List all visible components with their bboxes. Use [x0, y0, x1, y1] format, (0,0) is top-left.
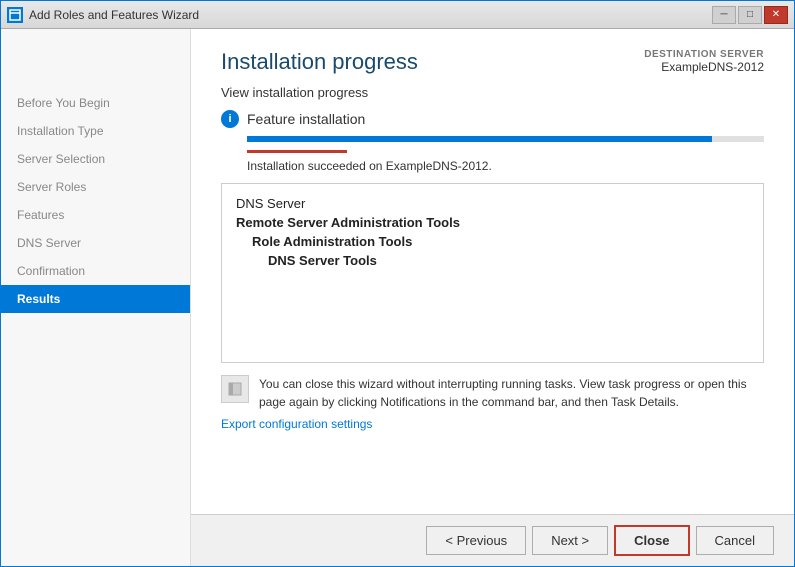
- progress-bar-fill: [247, 136, 712, 142]
- next-button[interactable]: Next >: [532, 526, 608, 555]
- main-body: View installation progress i Feature ins…: [191, 85, 794, 514]
- sidebar-item-results[interactable]: Results: [1, 285, 190, 313]
- close-window-button[interactable]: ✕: [764, 6, 788, 24]
- sidebar-item-server-selection[interactable]: Server Selection: [1, 145, 190, 173]
- content-area: Before You Begin Installation Type Serve…: [1, 29, 794, 566]
- feature-rsat: Remote Server Administration Tools: [236, 215, 749, 230]
- feature-installation-label: Feature installation: [247, 111, 365, 127]
- progress-bar-container: [247, 136, 764, 142]
- sidebar-item-confirmation[interactable]: Confirmation: [1, 257, 190, 285]
- sidebar: Before You Begin Installation Type Serve…: [1, 29, 191, 566]
- window-icon: [7, 7, 23, 23]
- previous-button[interactable]: < Previous: [426, 526, 526, 555]
- main-content: Installation progress DESTINATION SERVER…: [191, 29, 794, 566]
- notification-row: You can close this wizard without interr…: [221, 363, 764, 417]
- feature-role-admin-tools: Role Administration Tools: [236, 234, 749, 249]
- info-icon: i: [221, 110, 239, 128]
- progress-red-line: [247, 150, 347, 153]
- destination-name: ExampleDNS-2012: [644, 60, 764, 74]
- feature-dns-server-tools: DNS Server Tools: [236, 253, 749, 268]
- info-icon-text: i: [228, 113, 231, 125]
- feature-dns-server: DNS Server: [236, 196, 749, 211]
- main-header: Installation progress DESTINATION SERVER…: [191, 29, 794, 85]
- cancel-button[interactable]: Cancel: [696, 526, 774, 555]
- maximize-button[interactable]: □: [738, 6, 762, 24]
- title-bar-buttons: ─ □ ✕: [712, 6, 788, 24]
- page-title: Installation progress: [221, 49, 418, 75]
- success-message: Installation succeeded on ExampleDNS-201…: [247, 159, 764, 173]
- sidebar-item-installation-type[interactable]: Installation Type: [1, 117, 190, 145]
- destination-server-info: DESTINATION SERVER ExampleDNS-2012: [644, 49, 764, 74]
- export-configuration-link[interactable]: Export configuration settings: [221, 417, 764, 437]
- sidebar-item-server-roles[interactable]: Server Roles: [1, 173, 190, 201]
- title-bar: Add Roles and Features Wizard ─ □ ✕: [1, 1, 794, 29]
- notification-icon: [221, 375, 249, 403]
- sidebar-item-features[interactable]: Features: [1, 201, 190, 229]
- notification-text: You can close this wizard without interr…: [259, 375, 764, 411]
- footer: < Previous Next > Close Cancel: [191, 514, 794, 566]
- installed-features-box: DNS Server Remote Server Administration …: [221, 183, 764, 363]
- destination-label: DESTINATION SERVER: [644, 49, 764, 60]
- main-window: Add Roles and Features Wizard ─ □ ✕ Befo…: [0, 0, 795, 567]
- sidebar-item-before-you-begin[interactable]: Before You Begin: [1, 89, 190, 117]
- minimize-button[interactable]: ─: [712, 6, 736, 24]
- close-button[interactable]: Close: [614, 525, 689, 556]
- sidebar-item-dns-server[interactable]: DNS Server: [1, 229, 190, 257]
- feature-installation-row: i Feature installation: [221, 110, 764, 128]
- window-title: Add Roles and Features Wizard: [29, 8, 199, 22]
- view-progress-label: View installation progress: [221, 85, 764, 100]
- title-bar-left: Add Roles and Features Wizard: [7, 7, 199, 23]
